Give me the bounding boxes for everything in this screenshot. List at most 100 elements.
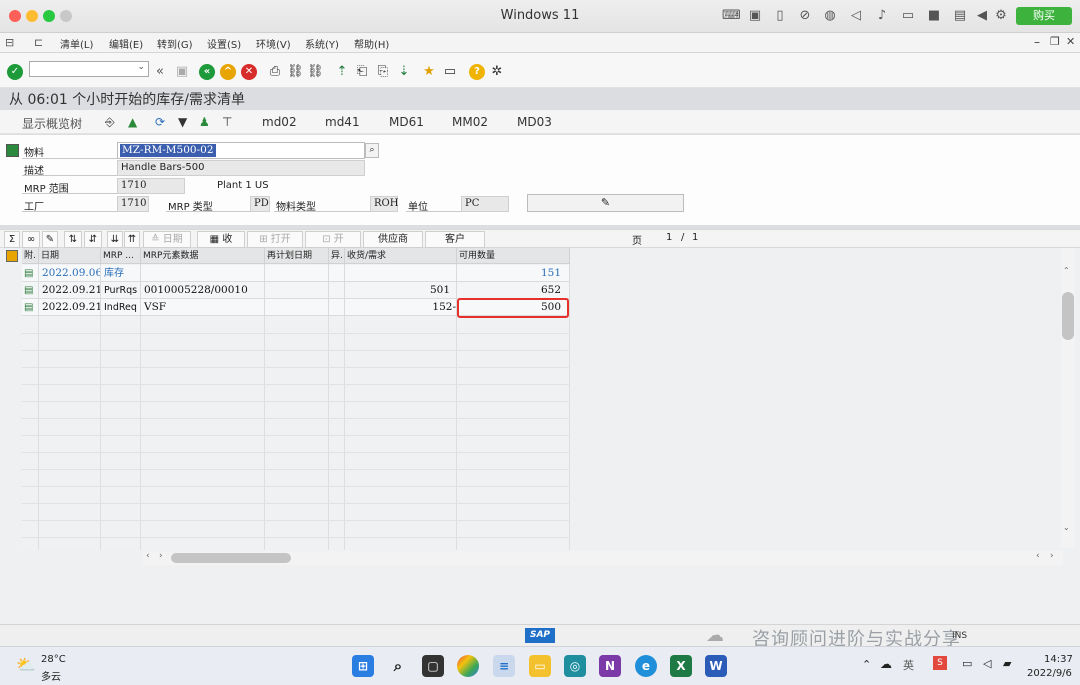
clock-date[interactable]: 2022/9/6 [1027, 668, 1072, 679]
layout-icon[interactable] [6, 250, 18, 262]
speaker-icon[interactable]: ◁ [848, 8, 864, 24]
find-icon[interactable]: ⛓ [287, 64, 304, 80]
link-md41[interactable]: md41 [325, 115, 360, 129]
col-date[interactable]: 日期 [39, 248, 101, 264]
minimize-icon[interactable]: – [1034, 35, 1040, 49]
col-mrp-data[interactable]: MRP元素数据 [141, 248, 265, 264]
show-overview-tree-button[interactable]: 显示概览树 [22, 115, 82, 132]
cloud-icon[interactable]: ☁ [880, 657, 892, 671]
menu-settings[interactable]: 设置(S) [207, 36, 241, 51]
date-button[interactable]: ≙ 日期 [143, 231, 191, 248]
export-icon[interactable]: ⎆ [105, 115, 115, 130]
minimize-window-button[interactable] [26, 10, 38, 22]
cancel-icon[interactable]: ✕ [241, 64, 257, 80]
play-icon[interactable]: ◀ [974, 8, 990, 24]
material-input[interactable]: MZ-RM-M500-02 [117, 142, 365, 159]
ime-indicator[interactable]: 英 [903, 657, 914, 673]
search-help-icon[interactable]: ⌕ [365, 143, 379, 158]
close-window-button[interactable] [9, 10, 21, 22]
session-icon[interactable]: ⊟ [5, 36, 14, 49]
col-attach[interactable]: 附. [22, 248, 39, 264]
open2-button[interactable]: ⊡ 开 [305, 231, 361, 248]
usb-icon[interactable]: ▯ [772, 8, 788, 24]
scroll-left-end-icon[interactable]: ‹ [1036, 551, 1040, 561]
vendor-button[interactable]: 供应商 [363, 231, 423, 248]
pencil-icon[interactable]: ✎ [42, 231, 58, 248]
screen-icon[interactable]: ▤ [952, 8, 968, 24]
print-icon[interactable]: ⎙ [267, 64, 283, 80]
link-mm02[interactable]: MM02 [452, 115, 488, 129]
col-exception[interactable]: 异. [329, 248, 345, 264]
search-icon[interactable]: ⌕ [387, 655, 409, 677]
user-icon[interactable]: ♟ [199, 115, 210, 129]
document-icon[interactable]: ▤ [22, 299, 39, 316]
buy-button[interactable]: 购买 [1016, 7, 1072, 25]
customer-button[interactable]: 客户 [425, 231, 485, 248]
menu-list[interactable]: 清单(L) [60, 36, 93, 51]
menu-system[interactable]: 系统(Y) [305, 36, 339, 51]
no-sign-icon[interactable]: ⊘ [797, 8, 813, 24]
app-tray-icon[interactable]: S [933, 656, 947, 670]
scroll-down-icon[interactable]: ⌄ [1063, 523, 1070, 532]
expand-all-icon[interactable]: ⇊ [107, 231, 123, 248]
sum-icon[interactable]: Σ [4, 231, 20, 248]
menu-environment[interactable]: 环境(V) [256, 36, 291, 51]
task-view-icon[interactable]: ▢ [422, 655, 444, 677]
toggle-icon[interactable]: ⊤ [222, 115, 232, 129]
volume-icon[interactable]: ◁ [983, 657, 991, 670]
microphone-icon[interactable]: ♪ [874, 8, 890, 24]
customize-icon[interactable]: ✲ [489, 64, 505, 80]
glasses-icon[interactable]: ∞ [22, 231, 40, 248]
col-mrp-element[interactable]: MRP ... [101, 248, 141, 264]
col-available-qty[interactable]: 可用数量 [457, 248, 570, 264]
table-row[interactable]: ▤ 2022.09.06 库存 151 [22, 265, 570, 282]
restore-icon[interactable]: ❐ [1050, 35, 1060, 48]
settings-icon[interactable]: ⚙ [993, 8, 1009, 24]
next-page-icon[interactable]: ⎘ [375, 64, 391, 80]
drive-icon[interactable]: ▭ [900, 8, 916, 24]
double-left-icon[interactable]: « [152, 64, 168, 80]
sort-ascending-icon[interactable]: ⇅ [64, 231, 82, 248]
globe-icon[interactable]: ◍ [822, 8, 838, 24]
document-icon[interactable]: ▤ [22, 265, 39, 282]
monitor-icon[interactable]: ▭ [962, 657, 972, 670]
filter-icon[interactable]: ▼ [178, 115, 187, 129]
keyboard-icon[interactable]: ⌨ [722, 8, 741, 24]
command-field[interactable]: ⌄ [29, 61, 149, 77]
link-md02[interactable]: md02 [262, 115, 297, 129]
chrome-icon[interactable] [457, 655, 479, 677]
word-icon[interactable]: W [705, 655, 727, 677]
scroll-left-icon[interactable]: ‹ [146, 551, 150, 561]
scroll-up-icon[interactable]: ⌃ [1063, 266, 1070, 275]
chevron-up-icon[interactable]: ⌃ [862, 658, 871, 671]
first-page-icon[interactable]: ⇡ [334, 64, 350, 80]
find-next-icon[interactable]: ⛓ [307, 64, 324, 80]
exit-icon[interactable]: ^ [220, 64, 236, 80]
link-md03[interactable]: MD03 [517, 115, 552, 129]
previous-page-icon[interactable]: ⎗ [354, 64, 370, 80]
refresh-icon[interactable]: ⟳ [155, 115, 165, 129]
last-page-icon[interactable]: ⇣ [396, 64, 412, 80]
menu-edit[interactable]: 编辑(E) [109, 36, 143, 51]
help-icon[interactable]: ? [469, 64, 485, 80]
save-icon[interactable]: ▣ [174, 64, 190, 80]
menu-help[interactable]: 帮助(H) [354, 36, 389, 51]
clock-time[interactable]: 14:37 [1044, 654, 1073, 665]
start-icon[interactable]: ⊞ [352, 655, 374, 677]
onenote-icon[interactable]: N [599, 655, 621, 677]
maximize-window-button[interactable] [43, 10, 55, 22]
scroll-thumb[interactable] [1062, 292, 1074, 340]
enter-check-icon[interactable]: ✓ [7, 64, 23, 80]
hscroll-thumb[interactable] [171, 553, 291, 563]
chevron-down-icon[interactable]: ⌄ [137, 62, 145, 72]
shortcut-icon[interactable]: ▭ [442, 64, 458, 80]
col-replan-date[interactable]: 再计划日期 [265, 248, 329, 264]
edge-icon[interactable]: e [635, 655, 657, 677]
table-row[interactable]: ▤ 2022.09.21 PurRqs 0010005228/00010 501… [22, 282, 570, 299]
link-md61[interactable]: MD61 [389, 115, 424, 129]
camera-icon[interactable]: ■ [926, 8, 942, 24]
pin-icon[interactable]: ⊏ [34, 36, 43, 49]
material-icon[interactable] [6, 144, 19, 157]
fullscreen-button[interactable] [60, 10, 72, 22]
scroll-right-icon[interactable]: › [159, 551, 163, 561]
